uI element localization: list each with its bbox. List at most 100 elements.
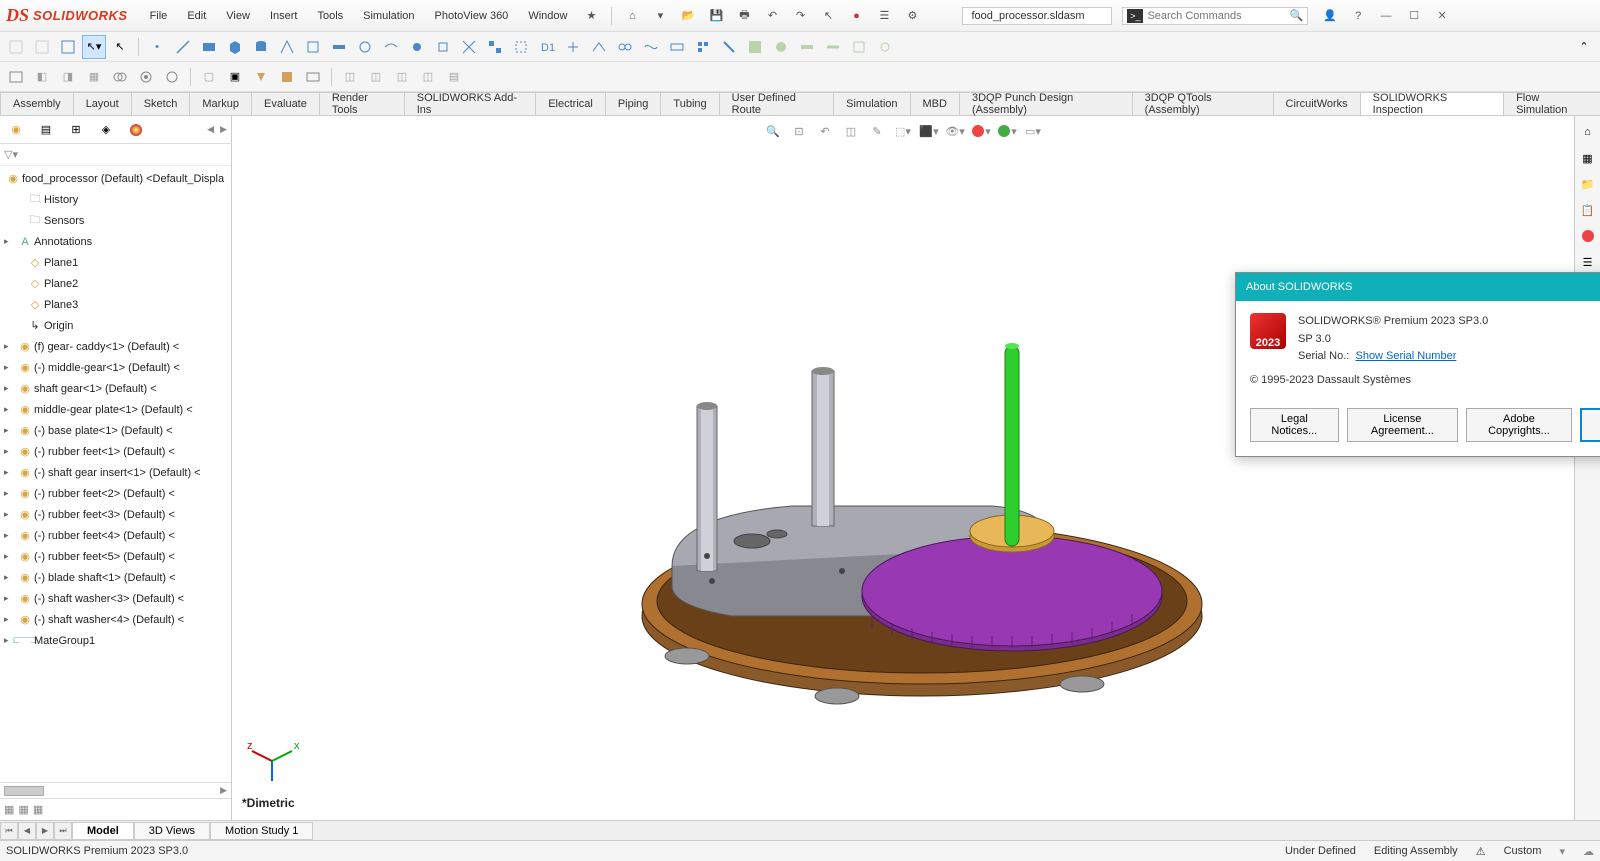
menu-simulation[interactable]: Simulation (355, 6, 422, 26)
tab-sketch[interactable]: Sketch (131, 92, 191, 115)
tool-btn[interactable] (4, 65, 28, 89)
expand-icon[interactable]: ▸ (4, 614, 16, 625)
tab-piping[interactable]: Piping (605, 92, 662, 115)
license-agreement-button[interactable]: License Agreement... (1347, 408, 1458, 442)
menu-view[interactable]: View (218, 6, 258, 26)
display-tab-icon[interactable] (124, 118, 148, 142)
point-tool[interactable]: • (145, 35, 169, 59)
tree-item[interactable]: ◇Plane2 (0, 273, 231, 294)
tree-item[interactable]: ▸⫍⫎MateGroup1 (0, 630, 231, 651)
expand-icon[interactable]: ▸ (4, 467, 16, 478)
settings-icon[interactable]: ⚙ (902, 6, 922, 26)
expand-icon[interactable]: ▸ (4, 509, 16, 520)
tree-item[interactable]: ▸◉(f) gear- caddy<1> (Default) < (0, 336, 231, 357)
taskpane-library-icon[interactable]: 📁 (1578, 174, 1598, 194)
tree-item[interactable]: ↳Origin (0, 315, 231, 336)
tool-btn[interactable] (821, 35, 845, 59)
bottom-tab-motion[interactable]: Motion Study 1 (210, 822, 313, 840)
tab-render-tools[interactable]: Render Tools (319, 92, 405, 115)
close-dialog-button[interactable]: Close (1580, 408, 1600, 442)
menu-window[interactable]: Window (520, 6, 575, 26)
undo-icon[interactable]: ↶ (762, 6, 782, 26)
tool-btn[interactable] (561, 35, 585, 59)
bottom-tab-3dviews[interactable]: 3D Views (134, 822, 210, 840)
expand-icon[interactable]: ▸ (4, 488, 16, 499)
expand-icon[interactable]: ▸ (4, 362, 16, 373)
box-tool[interactable] (223, 35, 247, 59)
panel-nav-left[interactable]: ◀ (207, 124, 214, 135)
tab-electrical[interactable]: Electrical (535, 92, 606, 115)
panel-icon[interactable]: ▦ (18, 803, 28, 816)
expand-icon[interactable]: ▸ (4, 446, 16, 457)
star-icon[interactable]: ★ (581, 6, 601, 26)
status-dropdown-icon[interactable]: ▾ (1559, 845, 1565, 858)
face-tool[interactable] (301, 35, 325, 59)
expand-icon[interactable]: ▸ (4, 530, 16, 541)
dim-tool[interactable]: D1 (535, 35, 559, 59)
taskpane-home-icon[interactable]: ⌂ (1578, 122, 1598, 142)
view-settings-icon[interactable]: ▭▾ (1022, 120, 1044, 142)
config-tab-icon[interactable]: ⊞ (64, 118, 88, 142)
tool-btn[interactable] (847, 35, 871, 59)
tab-3dqp-punch[interactable]: 3DQP Punch Design (Assembly) (959, 92, 1133, 115)
tree-item[interactable]: ▸◉(-) shaft washer<4> (Default) < (0, 609, 231, 630)
tab-mbd[interactable]: MBD (910, 92, 960, 115)
rebuild-icon[interactable]: ● (846, 6, 866, 26)
tree-item[interactable]: ▸◉(-) rubber feet<3> (Default) < (0, 504, 231, 525)
menu-insert[interactable]: Insert (262, 6, 306, 26)
status-warning-icon[interactable]: ⚠ (1476, 845, 1486, 858)
search-input[interactable] (1147, 10, 1289, 22)
open-icon[interactable]: 📂 (678, 6, 698, 26)
view-orient-icon[interactable]: ⬚▾ (892, 120, 914, 142)
graphics-viewport[interactable]: 🔍 ⊡ ↶ ◫ ✎ ⬚▾ ⬛▾ 👁▾ ▾ ▾ ▭▾ (232, 116, 1574, 820)
tool-btn[interactable] (691, 35, 715, 59)
zoom-area-icon[interactable]: ⊡ (788, 120, 810, 142)
line-tool[interactable] (171, 35, 195, 59)
close-window-button[interactable]: ✕ (1430, 6, 1454, 26)
tree-item[interactable]: ▸◉(-) shaft gear insert<1> (Default) < (0, 462, 231, 483)
tree-item[interactable]: ▸◉(-) blade shaft<1> (Default) < (0, 567, 231, 588)
maximize-button[interactable]: ☐ (1402, 6, 1426, 26)
cursor-tool[interactable]: ↖▾ (82, 35, 106, 59)
tool-btn[interactable] (639, 35, 663, 59)
help-icon[interactable]: ? (1348, 6, 1368, 26)
menu-tools[interactable]: Tools (309, 6, 351, 26)
panel-scrollbar[interactable]: ▶ (0, 782, 231, 798)
new-doc-icon[interactable]: ▾ (650, 6, 670, 26)
taskpane-appearance-icon[interactable] (1578, 226, 1598, 246)
scene-icon[interactable]: ▾ (996, 120, 1018, 142)
panel-icon[interactable]: ▦ (33, 803, 43, 816)
tool-btn[interactable] (108, 65, 132, 89)
tool-btn[interactable] (134, 65, 158, 89)
tool-btn[interactable] (873, 35, 897, 59)
expand-icon[interactable]: ▸ (4, 425, 16, 436)
tool-btn[interactable] (301, 65, 325, 89)
bottom-tab-model[interactable]: Model (72, 822, 134, 840)
taskpane-explorer-icon[interactable]: 📋 (1578, 200, 1598, 220)
tool-btn[interactable] (743, 35, 767, 59)
tool-btn[interactable] (160, 65, 184, 89)
home-icon[interactable]: ⌂ (622, 6, 642, 26)
search-commands[interactable]: >_ 🔍 (1122, 7, 1308, 25)
tool-btn[interactable] (483, 35, 507, 59)
tab-nav-last[interactable]: ⏭ (54, 822, 72, 840)
menu-photoview[interactable]: PhotoView 360 (427, 6, 517, 26)
section-view-icon[interactable]: ◫ (840, 120, 862, 142)
tab-layout[interactable]: Layout (73, 92, 132, 115)
expand-icon[interactable]: ▸ (4, 341, 16, 352)
tab-simulation[interactable]: Simulation (833, 92, 910, 115)
tool-btn[interactable] (327, 35, 351, 59)
panel-nav-right[interactable]: ▶ (220, 124, 227, 135)
tool-btn[interactable] (509, 35, 533, 59)
taskpane-custom-icon[interactable]: ☰ (1578, 252, 1598, 272)
tab-assembly[interactable]: Assembly (0, 92, 74, 115)
tab-flow-sim[interactable]: Flow Simulation (1503, 92, 1600, 115)
appearance-icon[interactable]: ▾ (970, 120, 992, 142)
panel-icon[interactable]: ▦ (4, 803, 14, 816)
tool-btn[interactable] (275, 65, 299, 89)
status-cloud-icon[interactable]: ☁ (1583, 845, 1594, 858)
tool-btn[interactable] (56, 35, 80, 59)
save-icon[interactable]: 💾 (706, 6, 726, 26)
tab-tubing[interactable]: Tubing (660, 92, 719, 115)
tab-inspection[interactable]: SOLIDWORKS Inspection (1360, 92, 1504, 115)
